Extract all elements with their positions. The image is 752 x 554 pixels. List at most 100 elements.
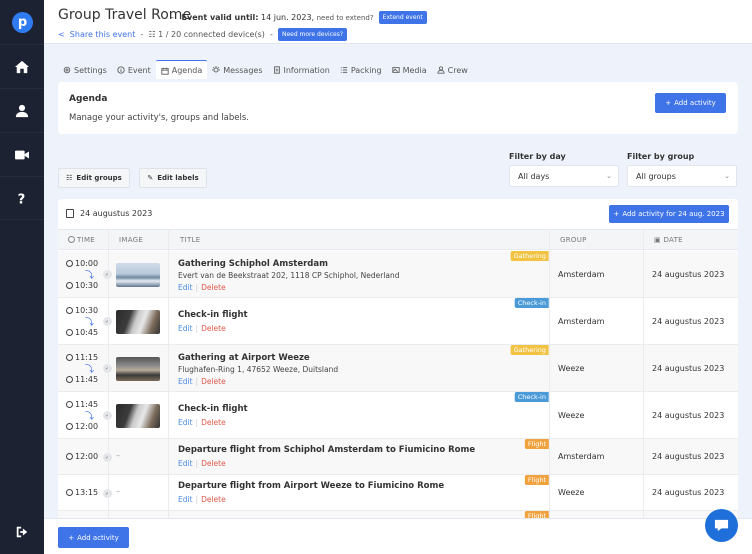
clock-icon — [66, 489, 73, 496]
delete-link[interactable]: Delete — [201, 495, 226, 504]
connected-devices: 1 / 20 connected device(s) — [158, 30, 265, 39]
plus-icon: + — [613, 210, 620, 218]
activity-label: Check-in — [514, 298, 549, 308]
event-validity: - Event valid until: 14 jun. 2023, need … — [171, 11, 427, 24]
no-image: – — [116, 487, 120, 496]
svg-text:?: ? — [18, 192, 26, 205]
edit-link[interactable]: Edit — [178, 459, 193, 468]
agenda-card: Agenda Manage your activity's, groups an… — [58, 82, 738, 134]
gear-icon — [63, 66, 71, 74]
activity-image[interactable] — [116, 404, 160, 428]
edit-link[interactable]: Edit — [178, 418, 193, 427]
sidebar-item-video[interactable] — [0, 132, 44, 176]
logout-button[interactable] — [0, 510, 44, 554]
sidebar: p ? — [0, 0, 44, 554]
activity-image[interactable] — [116, 357, 160, 381]
sidebar-item-user[interactable] — [0, 88, 44, 132]
edit-labels-button[interactable]: ✎ Edit labels — [139, 168, 207, 188]
filter-day-select[interactable]: All days ⌄ — [509, 165, 619, 187]
add-activity-footer-button[interactable]: + Add activity — [58, 527, 129, 548]
tab-media[interactable]: Media — [387, 60, 432, 79]
clock-icon — [66, 453, 73, 460]
table-row: 11:15⤵11:45✓Gathering at Airport WeezeFl… — [58, 345, 738, 392]
table-row: 13:15✓–Departure flight from Airport Wee… — [58, 475, 738, 511]
table-row: 10:30⤵10:45✓Check-in flightEdit|DeleteCh… — [58, 298, 738, 345]
sidebar-item-help[interactable]: ? — [0, 176, 44, 220]
document-icon — [273, 66, 280, 74]
arrow-down-icon: ⤵ — [85, 271, 95, 281]
activity-date: 24 augustus 2023 — [652, 410, 725, 420]
home-icon — [15, 60, 29, 73]
edit-link[interactable]: Edit — [178, 495, 193, 504]
delete-link[interactable]: Delete — [201, 459, 226, 468]
start-time: 11:45 — [66, 400, 98, 409]
logout-icon — [16, 526, 28, 538]
start-time: 13:15 — [66, 488, 98, 497]
col-date[interactable]: ▣ DATE — [654, 236, 683, 244]
filter-day-label: Filter by day — [509, 152, 566, 161]
delete-link[interactable]: Delete — [201, 418, 226, 427]
clock-icon — [66, 376, 73, 383]
edit-link[interactable]: Edit — [178, 283, 193, 292]
clock-icon — [66, 329, 73, 336]
devices-icon: ☷ — [148, 30, 156, 39]
activity-title: Gathering Schiphol Amsterdam — [178, 259, 328, 269]
extend-event-button[interactable]: Extend event — [378, 11, 427, 24]
add-activity-button[interactable]: + Add activity — [655, 93, 726, 113]
delete-link[interactable]: Delete — [201, 283, 226, 292]
tab-packing[interactable]: Packing — [335, 60, 387, 79]
end-time: 10:45 — [66, 328, 98, 337]
start-time: 11:15 — [66, 353, 98, 362]
activity-title: Gathering at Airport Weeze — [178, 353, 310, 363]
edit-link[interactable]: Edit — [178, 377, 193, 386]
valid-label: Event valid until: — [181, 13, 259, 22]
col-image: IMAGE — [119, 236, 144, 244]
delete-link[interactable]: Delete — [201, 324, 226, 333]
person-icon — [436, 66, 445, 74]
calendar-icon — [66, 209, 74, 218]
col-title[interactable]: TITLE — [180, 236, 200, 244]
table-row: 10:00⤵10:30✓Gathering Schiphol Amsterdam… — [58, 251, 738, 298]
groups-icon: ☷ — [66, 174, 73, 182]
chat-button[interactable] — [705, 509, 738, 542]
col-group[interactable]: GROUP — [560, 236, 587, 244]
activity-image[interactable] — [116, 310, 160, 334]
agenda-title: Agenda — [69, 94, 108, 104]
arrow-down-icon: ⤵ — [85, 365, 95, 375]
clock-icon — [66, 282, 73, 289]
edit-groups-button[interactable]: ☷ Edit groups — [58, 168, 130, 188]
table-header: TIME IMAGE TITLE GROUP ▣ DATE — [58, 229, 738, 250]
activity-date: 24 augustus 2023 — [652, 488, 725, 497]
tab-crew[interactable]: Crew — [432, 60, 473, 79]
clock-icon — [66, 401, 73, 408]
clock-icon — [66, 354, 73, 361]
need-more-devices-button[interactable]: Need more devices? — [277, 28, 348, 41]
activity-group: Amsterdam — [558, 269, 605, 279]
activity-label: Check-in — [514, 392, 549, 402]
share-event-link[interactable]: Share this event — [70, 30, 136, 39]
activity-group: Weeze — [558, 410, 585, 420]
sidebar-item-home[interactable] — [0, 44, 44, 88]
activity-address: Flughafen-Ring 1, 47652 Weeze, Duitsland — [178, 365, 339, 374]
tab-information[interactable]: Information — [268, 60, 335, 79]
day-header: 24 augustus 2023 + Add activity for 24 au… — [58, 199, 738, 229]
info-icon — [117, 66, 125, 74]
event-tabs: Settings Event Agenda Messages Informati… — [58, 60, 473, 79]
tab-agenda[interactable]: Agenda — [155, 60, 208, 79]
tab-event[interactable]: Event — [112, 60, 156, 79]
delete-link[interactable]: Delete — [201, 377, 226, 386]
tab-settings[interactable]: Settings — [58, 60, 112, 79]
chat-icon — [714, 519, 729, 532]
valid-date: 14 jun. 2023, — [261, 13, 315, 22]
tab-messages[interactable]: Messages — [207, 60, 267, 79]
add-activity-for-day-button[interactable]: + Add activity for 24 aug. 2023 — [609, 205, 729, 223]
bulb-icon — [212, 66, 221, 73]
edit-link[interactable]: Edit — [178, 324, 193, 333]
col-time[interactable]: TIME — [68, 236, 95, 244]
app-logo[interactable]: p — [12, 12, 33, 33]
activity-title: Check-in flight — [178, 310, 248, 320]
end-time: 12:00 — [66, 422, 98, 431]
activity-title: Departure flight from Airport Weeze to F… — [178, 481, 445, 491]
filter-group-select[interactable]: All groups ⌄ — [627, 165, 737, 187]
activity-image[interactable] — [116, 263, 160, 287]
